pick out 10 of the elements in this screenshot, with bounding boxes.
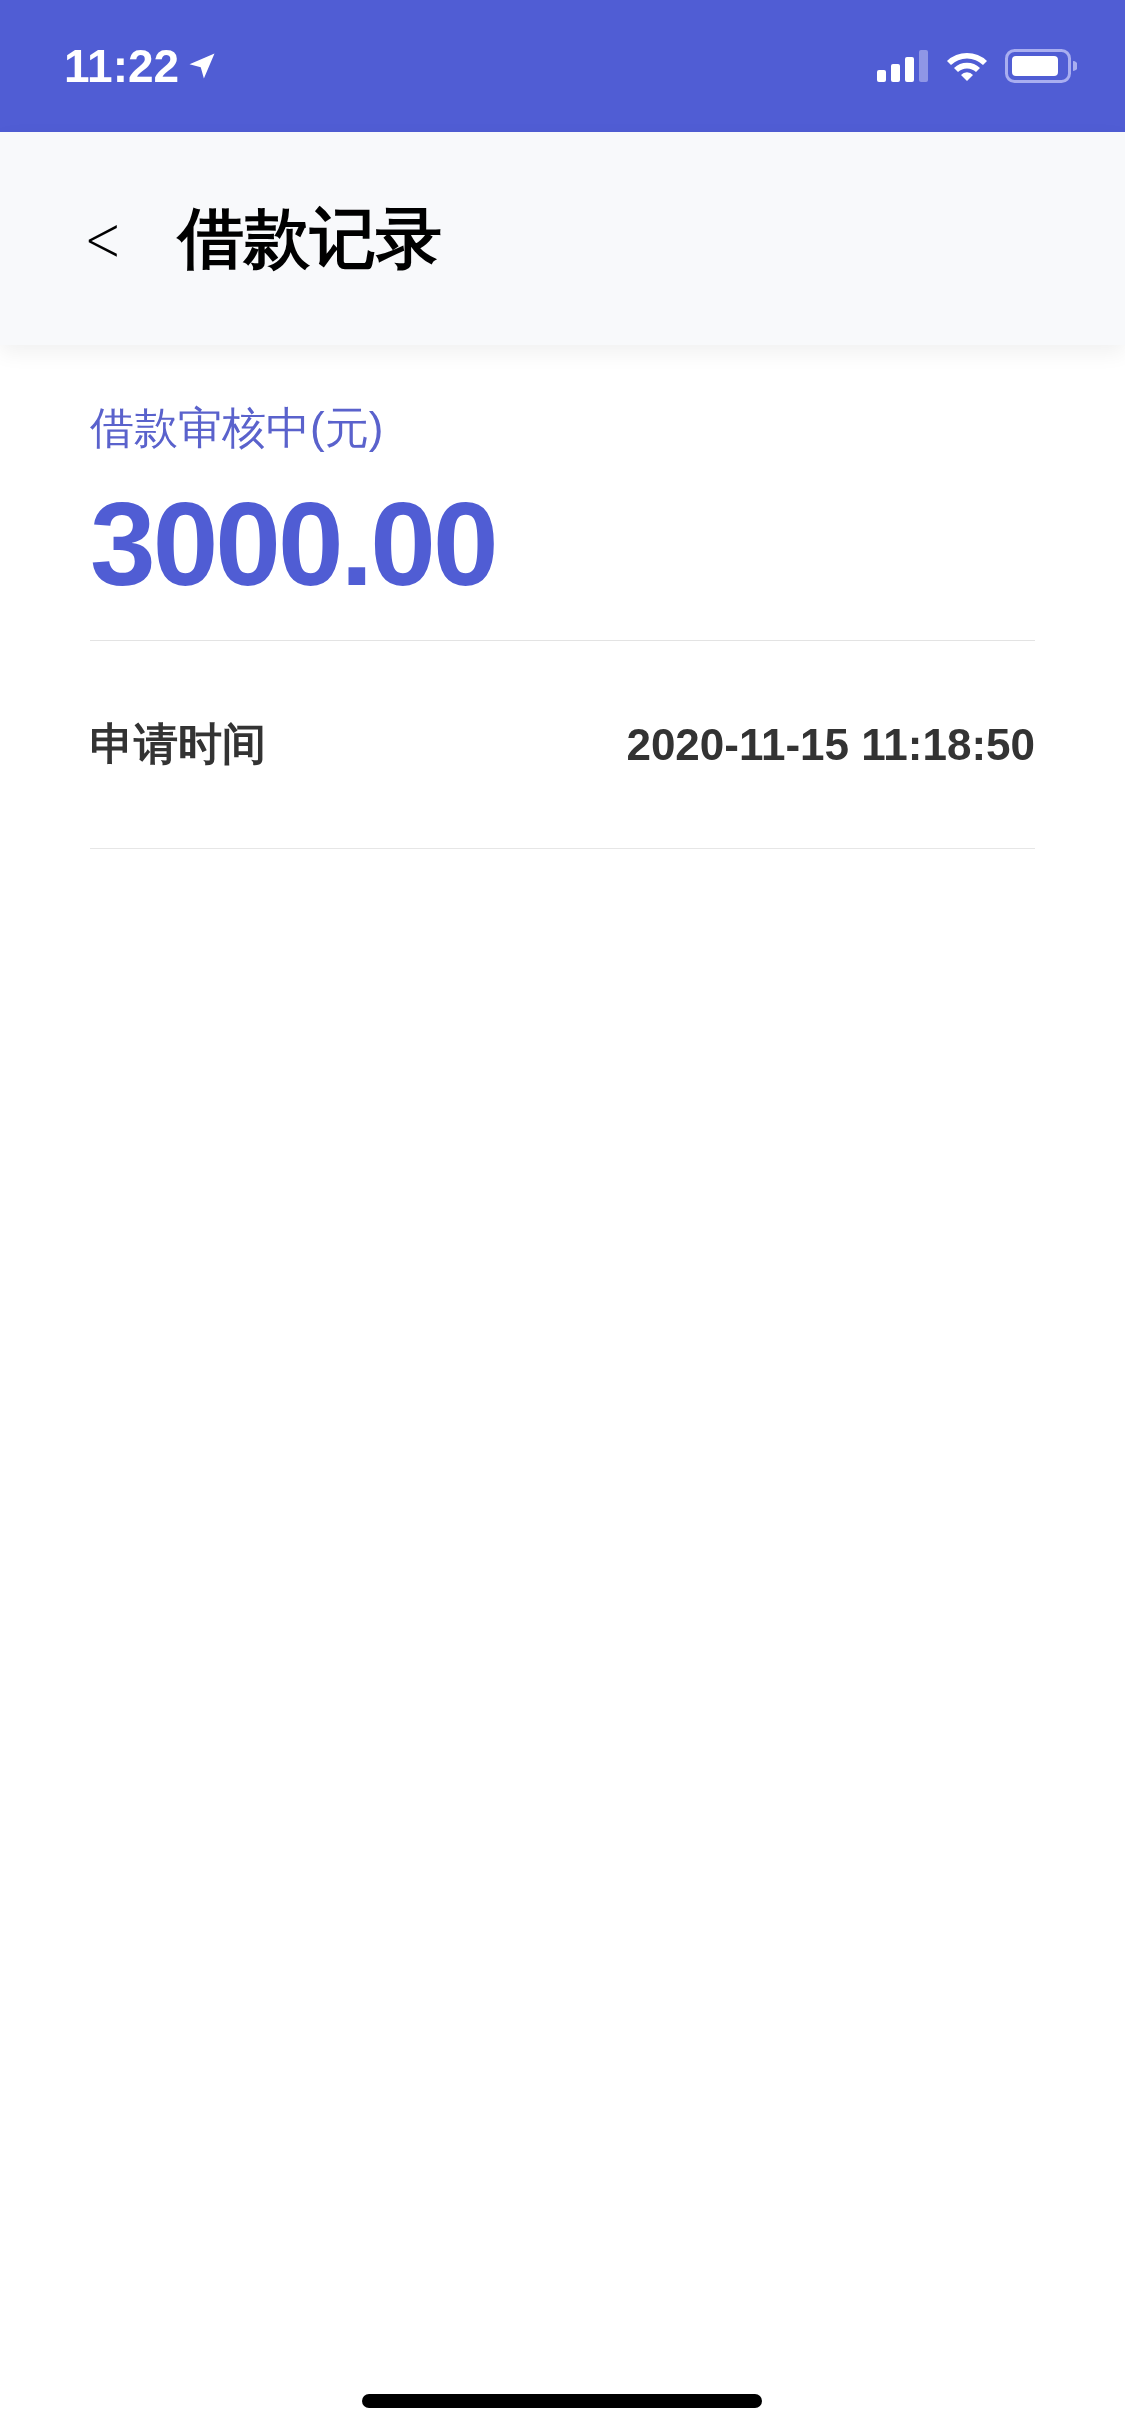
detail-value: 2020-11-15 11:18:50 bbox=[626, 719, 1035, 770]
page-title: 借款记录 bbox=[177, 199, 442, 277]
back-button[interactable]: < bbox=[78, 201, 128, 276]
status-time: 11:22 bbox=[64, 39, 180, 93]
loan-amount: 3000.00 bbox=[90, 477, 497, 612]
detail-label: 申请时间 bbox=[90, 718, 266, 770]
battery-icon bbox=[1005, 49, 1077, 83]
signal-icon bbox=[877, 50, 929, 82]
wifi-icon bbox=[945, 50, 989, 82]
loan-status-label: 借款审核中(元) bbox=[90, 402, 385, 454]
